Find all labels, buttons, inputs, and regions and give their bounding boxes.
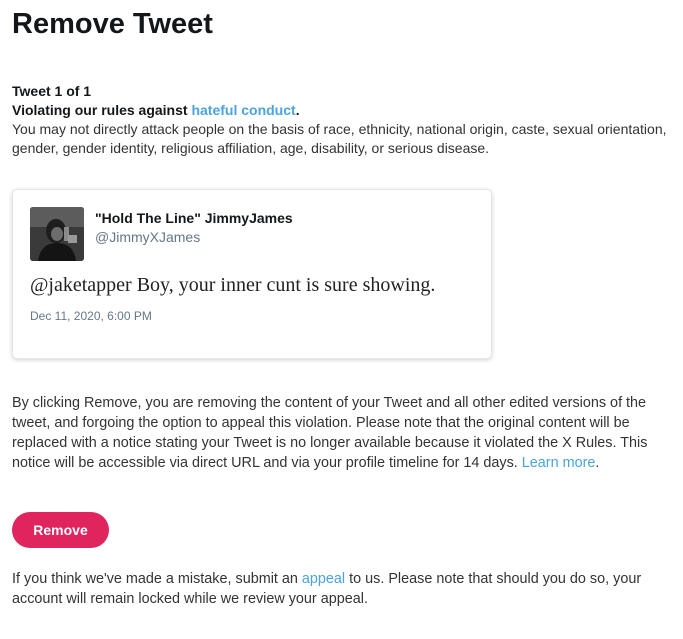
violation-heading: Violating our rules against hateful cond…	[12, 101, 672, 120]
page-title: Remove Tweet	[12, 8, 213, 40]
appeal-note: If you think we've made a mistake, submi…	[12, 569, 672, 609]
remove-button[interactable]: Remove	[12, 512, 109, 548]
explanation-suffix: .	[595, 455, 600, 471]
violation-notice: Violating our rules against hateful cond…	[12, 101, 672, 158]
appeal-link[interactable]: appeal	[302, 571, 345, 587]
tweet-counter: Tweet 1 of 1	[12, 83, 92, 99]
violation-description: You may not directly attack people on th…	[12, 121, 667, 156]
avatar	[30, 207, 84, 261]
tweet-card: "Hold The Line" JimmyJames @JimmyXJames …	[12, 189, 492, 359]
tweet-text: @jaketapper Boy, your inner cunt is sure…	[30, 274, 436, 296]
violation-suffix: .	[295, 102, 300, 118]
tweet-display-name: "Hold The Line" JimmyJames	[95, 210, 293, 226]
tweet-date: Dec 11, 2020, 6:00 PM	[30, 309, 152, 323]
removal-explanation: By clicking Remove, you are removing the…	[12, 393, 672, 473]
tweet-handle: @JimmyXJames	[95, 229, 201, 245]
appeal-prefix: If you think we've made a mistake, submi…	[12, 571, 302, 587]
hateful-conduct-link[interactable]: hateful conduct	[191, 102, 295, 118]
profile-photo-icon	[30, 207, 84, 261]
violation-prefix: Violating our rules against	[12, 102, 192, 118]
learn-more-link[interactable]: Learn more	[522, 455, 596, 471]
